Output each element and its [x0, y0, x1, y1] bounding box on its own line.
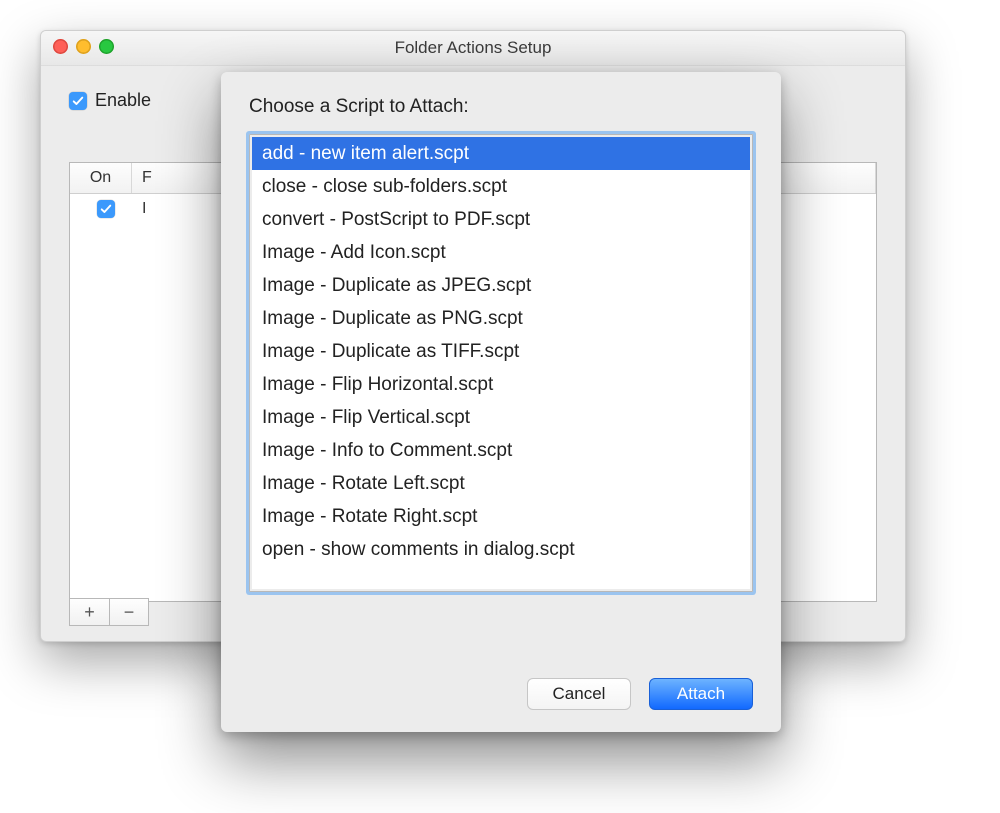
- script-item[interactable]: Image - Info to Comment.scpt: [252, 434, 750, 467]
- script-item[interactable]: Image - Rotate Left.scpt: [252, 467, 750, 500]
- enable-folder-actions-checkbox[interactable]: [69, 92, 87, 110]
- titlebar: Folder Actions Setup: [41, 31, 905, 66]
- script-list[interactable]: add - new item alert.scptclose - close s…: [252, 137, 750, 589]
- close-icon[interactable]: [53, 39, 68, 54]
- script-item[interactable]: Image - Rotate Right.scpt: [252, 500, 750, 533]
- row-folder-name: I: [132, 200, 146, 218]
- script-item[interactable]: add - new item alert.scpt: [252, 137, 750, 170]
- zoom-icon[interactable]: [99, 39, 114, 54]
- script-item[interactable]: open - show comments in dialog.scpt: [252, 533, 750, 566]
- script-list-frame: add - new item alert.scptclose - close s…: [249, 134, 753, 592]
- script-item[interactable]: Image - Duplicate as PNG.scpt: [252, 302, 750, 335]
- add-button[interactable]: +: [69, 598, 109, 626]
- script-item[interactable]: Image - Duplicate as TIFF.scpt: [252, 335, 750, 368]
- add-remove-buttons: + −: [69, 598, 149, 626]
- dialog-title: Choose a Script to Attach:: [249, 96, 753, 118]
- cancel-button[interactable]: Cancel: [527, 678, 631, 710]
- script-item[interactable]: Image - Duplicate as JPEG.scpt: [252, 269, 750, 302]
- choose-script-dialog: Choose a Script to Attach: add - new ite…: [221, 72, 781, 732]
- minimize-icon[interactable]: [76, 39, 91, 54]
- enable-label: Enable: [95, 90, 151, 111]
- column-on[interactable]: On: [70, 163, 132, 193]
- window-title: Folder Actions Setup: [395, 38, 552, 58]
- script-item[interactable]: close - close sub-folders.scpt: [252, 170, 750, 203]
- script-item[interactable]: Image - Flip Vertical.scpt: [252, 401, 750, 434]
- traffic-lights: [53, 39, 114, 54]
- remove-button[interactable]: −: [109, 598, 149, 626]
- attach-button[interactable]: Attach: [649, 678, 753, 710]
- row-enabled-checkbox[interactable]: [97, 200, 115, 218]
- script-item[interactable]: Image - Flip Horizontal.scpt: [252, 368, 750, 401]
- script-item[interactable]: Image - Add Icon.scpt: [252, 236, 750, 269]
- script-item[interactable]: convert - PostScript to PDF.scpt: [252, 203, 750, 236]
